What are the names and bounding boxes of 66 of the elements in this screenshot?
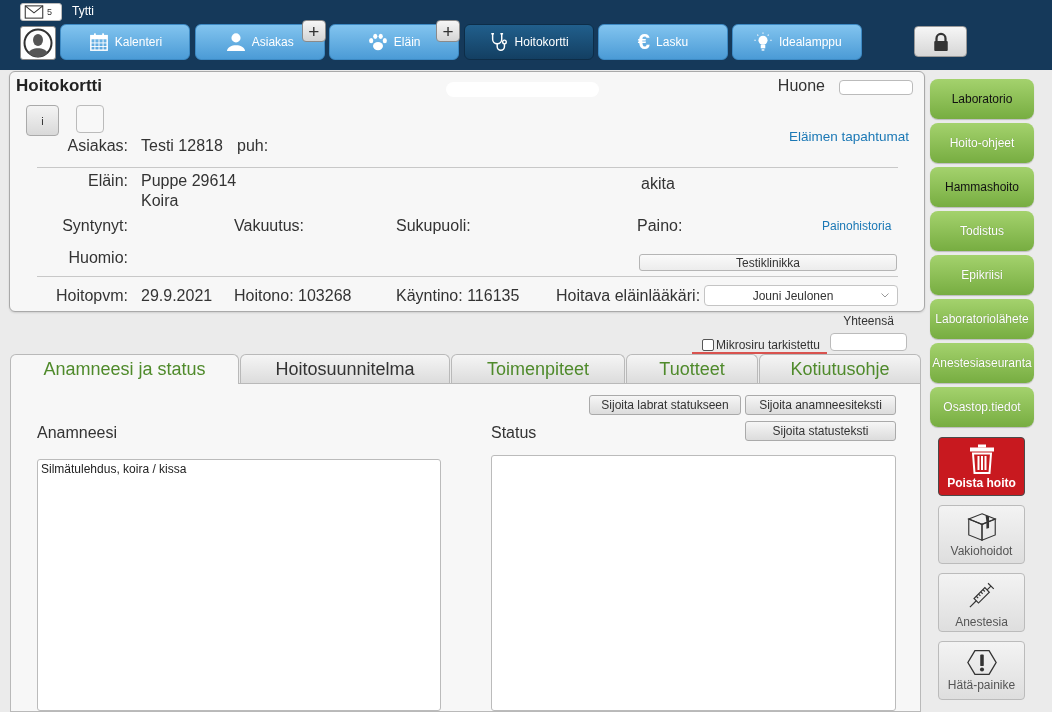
box-icon xyxy=(966,511,997,542)
chevron-down-icon xyxy=(881,293,889,298)
person-icon xyxy=(225,32,246,52)
weight-history-link[interactable]: Painohistoria xyxy=(822,219,892,233)
field-label: Asiakas: xyxy=(67,137,128,154)
add-button[interactable]: + xyxy=(301,20,326,42)
envelope-icon xyxy=(24,5,44,19)
lightbulb-icon xyxy=(753,32,773,52)
clinic-button[interactable]: Testiklinikka xyxy=(639,254,897,271)
checkbox[interactable] xyxy=(701,338,714,351)
room-field[interactable] xyxy=(839,80,913,95)
insert-button[interactable]: Sijoita statusteksti xyxy=(745,421,896,441)
field-value: Puppe 29614 xyxy=(141,171,237,191)
tool-button[interactable]: Anestesia xyxy=(938,573,1025,632)
field-label: Syntynyt: xyxy=(62,217,128,234)
insert-button[interactable]: Sijoita anamneesiteksti xyxy=(745,395,896,415)
tab[interactable]: Anamneesi ja status xyxy=(10,354,239,384)
card-title: Hoitokortti xyxy=(16,76,102,96)
tab[interactable]: Kotiutusohje xyxy=(759,354,921,383)
tool-button[interactable]: Vakiohoidot xyxy=(938,505,1025,564)
room-label: Huone xyxy=(777,77,825,95)
field-label: Hoitava eläinlääkäri: xyxy=(556,286,701,305)
field-label: Paino: xyxy=(637,217,683,234)
add-button[interactable]: + xyxy=(436,20,461,42)
field-value: 29.9.2021 xyxy=(141,286,213,304)
field-label: Eläin: xyxy=(87,172,128,189)
action-button[interactable]: Laboratorio xyxy=(930,79,1034,119)
lock-button[interactable] xyxy=(914,26,968,57)
profile-button[interactable] xyxy=(20,26,56,60)
field-value: Koira xyxy=(141,191,179,211)
lock-icon xyxy=(931,31,950,52)
field-value: akita xyxy=(641,174,675,194)
user-name: Tytti xyxy=(72,4,94,18)
paw-icon xyxy=(367,32,388,52)
mail-button[interactable]: 5 xyxy=(20,3,62,21)
field-label: Huomio: xyxy=(68,249,128,266)
avatar-icon xyxy=(23,28,53,58)
field-label: Hoitopvm: xyxy=(55,286,128,304)
nav-tab[interactable]: Hoitokortti xyxy=(463,24,594,60)
warning-icon xyxy=(966,649,997,676)
blank-button[interactable] xyxy=(76,105,104,133)
tool-button[interactable]: Hätä-painike xyxy=(938,641,1025,700)
section-label: Status xyxy=(491,423,537,442)
action-button[interactable]: Hammashoito xyxy=(930,167,1034,207)
section-label: Anamneesi xyxy=(37,424,118,442)
total-field[interactable] xyxy=(830,333,907,351)
vet-select[interactable]: Jouni Jeulonen xyxy=(704,285,898,306)
stethoscope-icon xyxy=(488,32,509,52)
field-value: Testi 12818 xyxy=(141,137,223,154)
field-label: Vakuutus: xyxy=(234,217,304,234)
trash-icon xyxy=(968,443,995,474)
anamnesis-field[interactable]: Silmätulehdus, koira / kissa xyxy=(37,459,441,711)
field-label: puh: xyxy=(237,137,269,155)
calendar-icon xyxy=(88,32,109,52)
info-button[interactable]: i xyxy=(26,105,59,136)
field-value: Käyntino: 116135 xyxy=(396,286,520,304)
total-label: Yhteensä xyxy=(843,314,894,328)
tool-button[interactable]: Poista hoito xyxy=(938,437,1025,496)
tab[interactable]: Tuotteet xyxy=(626,354,758,383)
tab[interactable]: Hoitosuunnitelma xyxy=(240,354,450,383)
status-field[interactable] xyxy=(491,455,896,711)
events-link[interactable]: Eläimen tapahtumat xyxy=(788,129,909,145)
field-label: Sukupuoli: xyxy=(396,217,471,234)
field-value: Hoitono: 103268 xyxy=(234,286,352,304)
insert-button[interactable]: Sijoita labrat statukseen xyxy=(589,395,741,415)
tab[interactable]: Toimenpiteet xyxy=(451,354,625,383)
